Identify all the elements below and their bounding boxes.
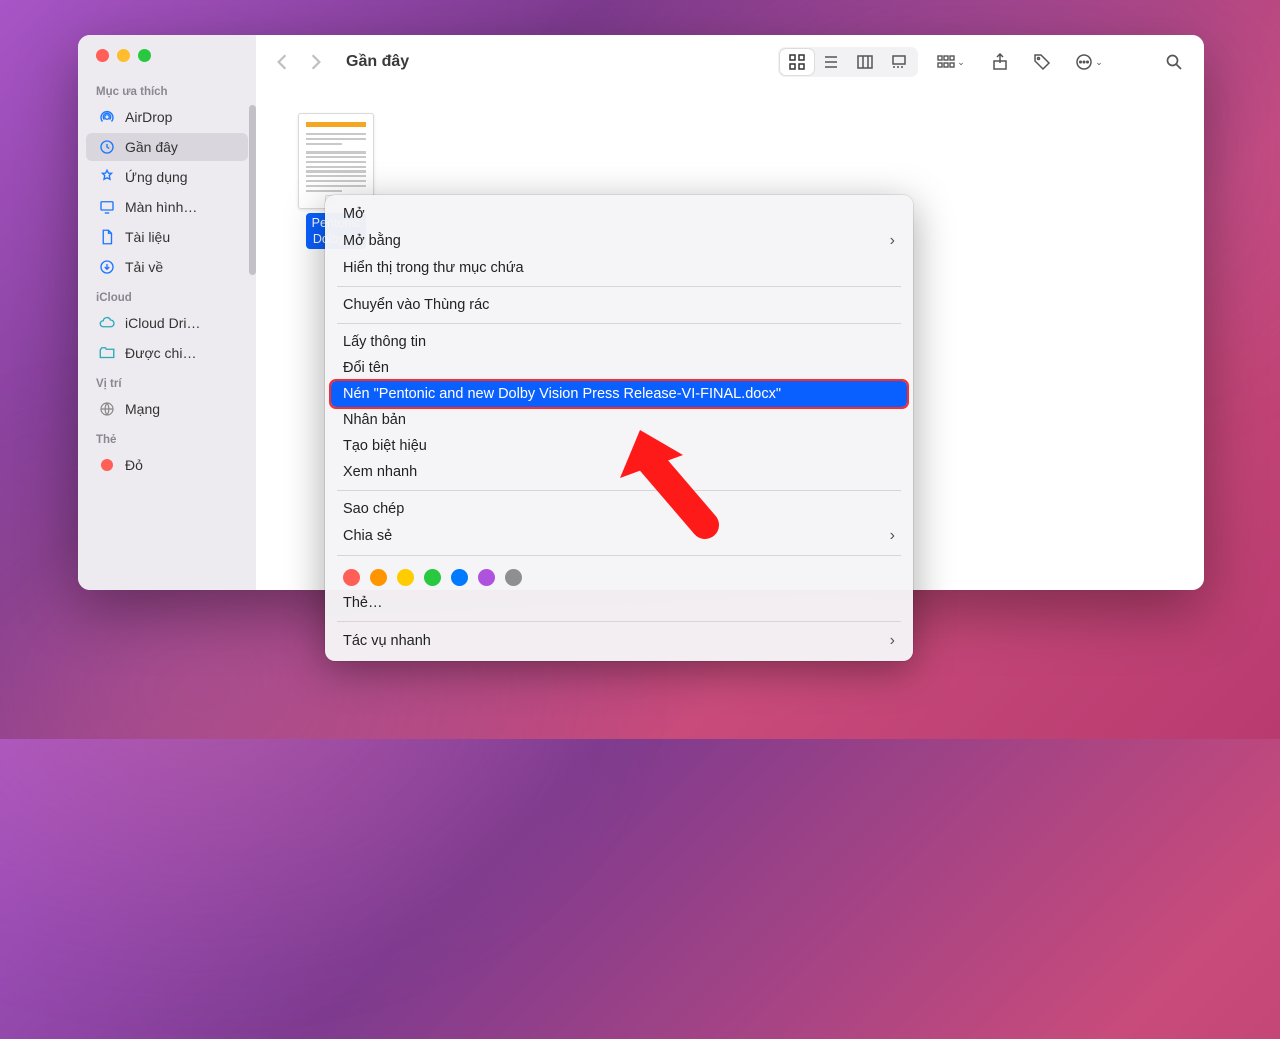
zoom-window-button[interactable] xyxy=(138,49,151,62)
airdrop-icon xyxy=(98,108,116,126)
menu-separator xyxy=(337,323,901,324)
chevron-down-icon: ⌄ xyxy=(957,57,965,68)
sidebar-label: Mạng xyxy=(125,401,160,417)
document-icon xyxy=(98,228,116,246)
back-button[interactable] xyxy=(270,48,294,76)
action-button[interactable]: ⌄ xyxy=(1068,48,1110,76)
sidebar-item-recents[interactable]: Gần đây xyxy=(86,133,248,161)
menu-item-quick-actions[interactable]: Tác vụ nhanh› xyxy=(325,627,913,655)
tag-dot-icon xyxy=(98,456,116,474)
sidebar-item-desktop[interactable]: Màn hình… xyxy=(86,193,248,221)
sidebar-label: Màn hình… xyxy=(125,199,197,215)
sidebar-label: Được chi… xyxy=(125,345,196,361)
menu-item-duplicate[interactable]: Nhân bản xyxy=(325,407,913,433)
menu-tag-color-row xyxy=(325,561,913,590)
toolbar: Gần đây ⌄ ⌄ xyxy=(256,35,1204,89)
tags-button[interactable] xyxy=(1026,48,1058,76)
context-menu: Mở Mở bằng› Hiển thị trong thư mục chứa … xyxy=(325,195,913,661)
applications-icon xyxy=(98,168,116,186)
sidebar-scrollbar[interactable] xyxy=(249,105,256,275)
menu-separator xyxy=(337,490,901,491)
sidebar-item-icloud-drive[interactable]: iCloud Dri… xyxy=(86,309,248,337)
chevron-down-icon: ⌄ xyxy=(1095,57,1103,68)
close-window-button[interactable] xyxy=(96,49,109,62)
view-icons-button[interactable] xyxy=(780,49,814,75)
tag-color-red[interactable] xyxy=(343,569,360,586)
sidebar-item-applications[interactable]: Ứng dụng xyxy=(86,163,248,191)
cloud-icon xyxy=(98,314,116,332)
sidebar-label: Đỏ xyxy=(125,457,143,473)
chevron-right-icon: › xyxy=(890,527,895,545)
sidebar-label: Gần đây xyxy=(125,139,178,155)
search-button[interactable] xyxy=(1158,48,1190,76)
share-button[interactable] xyxy=(984,48,1016,76)
sidebar-label: Tải về xyxy=(125,259,163,275)
view-mode-segmented-control xyxy=(778,47,918,77)
desktop-icon xyxy=(98,198,116,216)
menu-item-open[interactable]: Mở xyxy=(325,201,913,227)
menu-item-get-info[interactable]: Lấy thông tin xyxy=(325,329,913,355)
sidebar-label: AirDrop xyxy=(125,109,172,125)
menu-item-open-with[interactable]: Mở bằng› xyxy=(325,227,913,255)
menu-item-show-in-folder[interactable]: Hiển thị trong thư mục chứa xyxy=(325,255,913,281)
minimize-window-button[interactable] xyxy=(117,49,130,62)
sidebar-item-downloads[interactable]: Tải về xyxy=(86,253,248,281)
sidebar-item-tag-red[interactable]: Đỏ xyxy=(86,451,248,479)
download-icon xyxy=(98,258,116,276)
chevron-right-icon: › xyxy=(890,232,895,250)
sidebar-label: iCloud Dri… xyxy=(125,315,200,331)
menu-item-compress[interactable]: Nén "Pentonic and new Dolby Vision Press… xyxy=(331,381,907,407)
shared-folder-icon xyxy=(98,344,116,362)
sidebar-section-icloud: iCloud xyxy=(78,282,256,308)
view-columns-button[interactable] xyxy=(848,49,882,75)
sidebar-item-airdrop[interactable]: AirDrop xyxy=(86,103,248,131)
sidebar-label: Ứng dụng xyxy=(125,169,188,185)
tag-color-yellow[interactable] xyxy=(397,569,414,586)
tag-color-purple[interactable] xyxy=(478,569,495,586)
menu-item-tags[interactable]: Thẻ… xyxy=(325,590,913,616)
traffic-lights xyxy=(78,49,256,76)
sidebar-section-tags: Thẻ xyxy=(78,424,256,450)
menu-item-rename[interactable]: Đổi tên xyxy=(325,355,913,381)
sidebar-item-documents[interactable]: Tài liệu xyxy=(86,223,248,251)
menu-item-copy[interactable]: Sao chép xyxy=(325,496,913,522)
sidebar-section-favorites: Mục ưa thích xyxy=(78,76,256,102)
menu-separator xyxy=(337,621,901,622)
network-icon xyxy=(98,400,116,418)
tag-color-orange[interactable] xyxy=(370,569,387,586)
view-list-button[interactable] xyxy=(814,49,848,75)
menu-item-quick-look[interactable]: Xem nhanh xyxy=(325,459,913,485)
window-title: Gần đây xyxy=(346,53,409,71)
tag-color-green[interactable] xyxy=(424,569,441,586)
sidebar: Mục ưa thích AirDrop Gần đây Ứng dụng Mà… xyxy=(78,35,256,590)
sidebar-item-shared[interactable]: Được chi… xyxy=(86,339,248,367)
menu-item-move-to-trash[interactable]: Chuyển vào Thùng rác xyxy=(325,292,913,318)
tag-color-blue[interactable] xyxy=(451,569,468,586)
sidebar-item-network[interactable]: Mạng xyxy=(86,395,248,423)
group-by-button[interactable]: ⌄ xyxy=(928,48,974,76)
forward-button[interactable] xyxy=(304,48,328,76)
clock-icon xyxy=(98,138,116,156)
menu-separator xyxy=(337,555,901,556)
menu-item-make-alias[interactable]: Tạo biệt hiệu xyxy=(325,433,913,459)
chevron-right-icon: › xyxy=(890,632,895,650)
tag-color-gray[interactable] xyxy=(505,569,522,586)
menu-item-share[interactable]: Chia sẻ› xyxy=(325,522,913,550)
sidebar-section-locations: Vị trí xyxy=(78,368,256,394)
sidebar-label: Tài liệu xyxy=(125,229,170,245)
menu-separator xyxy=(337,286,901,287)
view-gallery-button[interactable] xyxy=(882,49,916,75)
